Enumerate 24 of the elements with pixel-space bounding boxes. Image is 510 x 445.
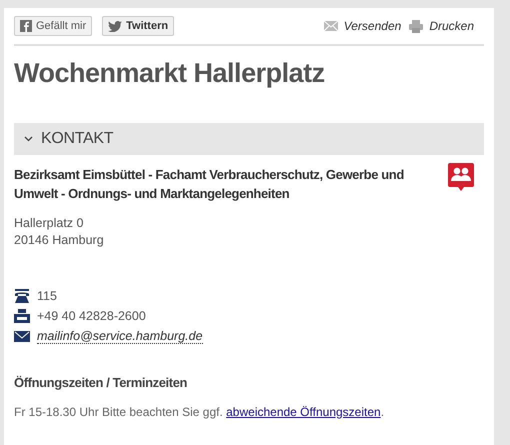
hours-heading: Öffnungszeiten / Terminzeiten [14, 374, 188, 392]
deviating-hours-link[interactable]: abweichende Öffnungszeiten [226, 404, 381, 418]
facebook-icon [20, 20, 32, 32]
contact-group-icon [448, 163, 474, 191]
chevron-down-icon [24, 136, 33, 142]
envelope-icon [324, 21, 338, 31]
tweet-button[interactable]: Twittern [102, 16, 174, 36]
telephone-icon [14, 289, 30, 303]
section-header[interactable]: KONTAKT [14, 123, 484, 155]
like-button[interactable]: Gefällt mir [14, 16, 92, 36]
hours-text: Fr 15-18.30 Uhr Bitte beachten Sie ggf. abweichende Öffnungszeiten. [14, 404, 386, 420]
fax-icon [14, 309, 30, 323]
page-title: Wochenmarkt Hallerplatz [14, 57, 326, 90]
address-line: 20146 Hamburg [14, 232, 105, 249]
fax-number: +49 40 42828-2600 [37, 308, 146, 325]
send-link[interactable]: Versenden [324, 17, 402, 35]
print-link[interactable]: Drucken [409, 17, 474, 35]
address-line: Hallerplatz 0 [14, 215, 84, 232]
envelope-icon [14, 330, 30, 342]
organization-name: Bezirksamt Eimsbüttel - Fachamt Verbraucherschutz, Gewerbe und Umwelt - Ordnungs- und Marktangelegenheiten [14, 166, 405, 203]
phone-number: 115 [37, 288, 57, 305]
bird-icon [108, 20, 122, 32]
email-link[interactable]: mailinfo@service.hamburg.de [37, 328, 203, 344]
printer-icon [409, 20, 424, 32]
